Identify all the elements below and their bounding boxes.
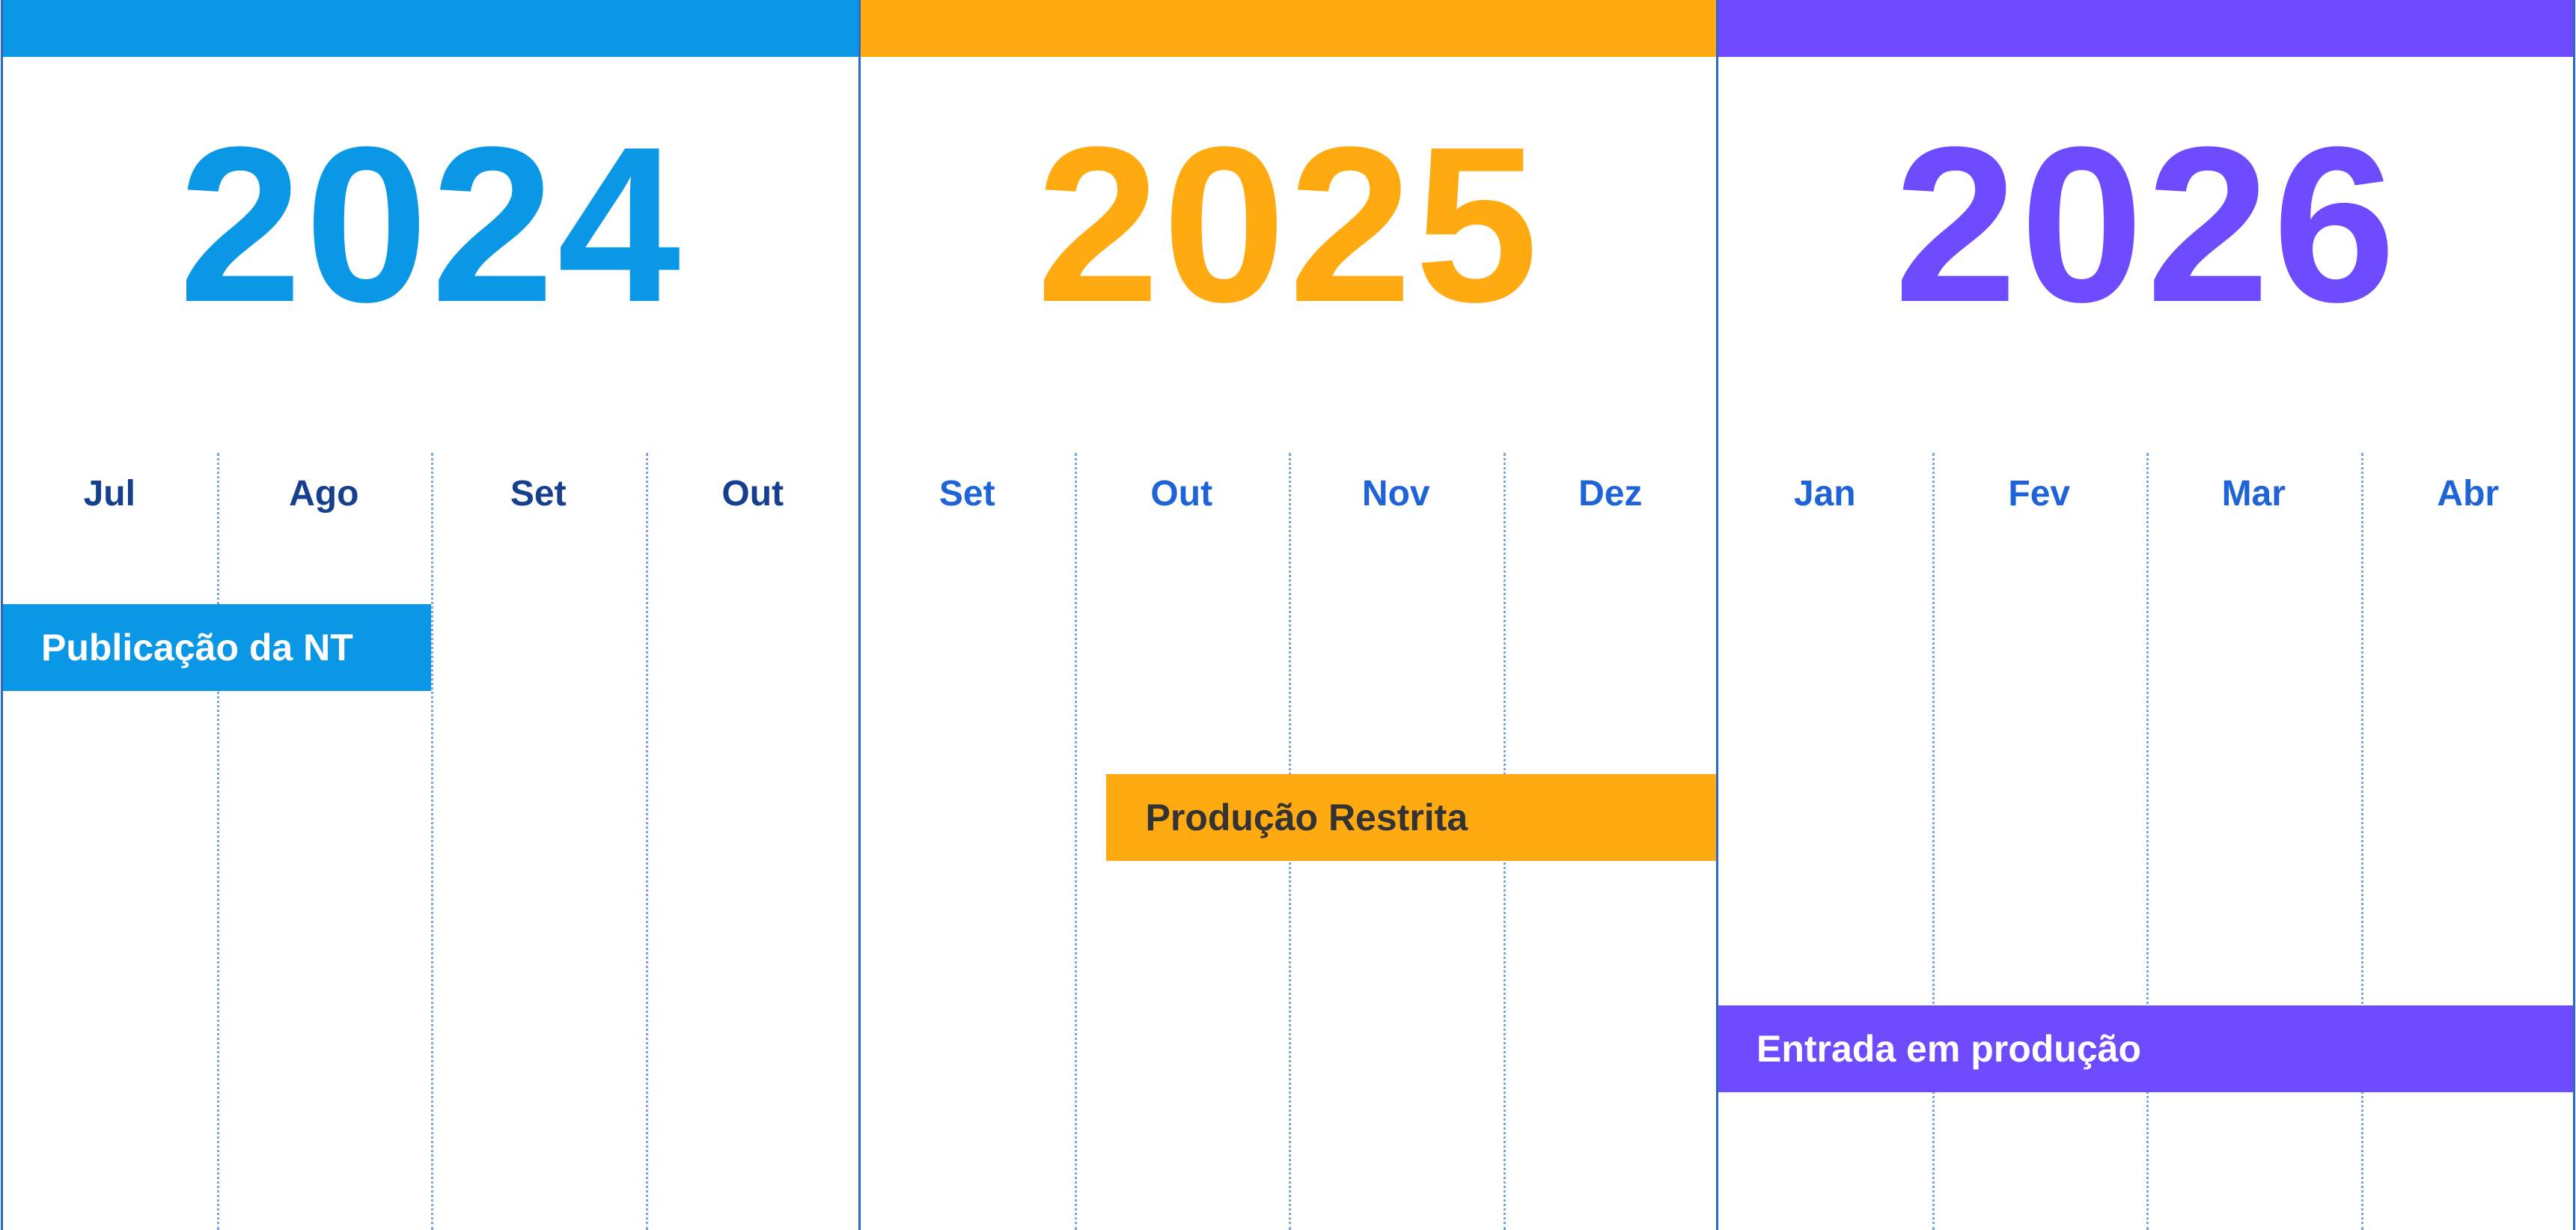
month-label: Jan bbox=[1793, 474, 1856, 514]
month-label: Abr bbox=[2437, 474, 2500, 514]
month-divider bbox=[431, 453, 433, 1230]
year-column-2025: 2025 Set Out Nov Dez bbox=[860, 0, 1718, 1230]
year-divider bbox=[1716, 0, 1718, 1230]
month-label: Out bbox=[1150, 474, 1213, 514]
year-color-bar bbox=[1718, 0, 2575, 57]
month-divider bbox=[216, 453, 219, 1230]
task-bar-entrada-em-producao: Entrada em produção bbox=[1718, 1005, 2575, 1092]
task-bar-publicacao-nt: Publicação da NT bbox=[2, 604, 431, 691]
month-label: Set bbox=[938, 474, 995, 514]
year-color-bar bbox=[2, 0, 860, 57]
year-divider bbox=[1, 0, 3, 1230]
month-label: Out bbox=[721, 474, 784, 514]
task-bar-producao-restrita: Produção Restrita bbox=[1106, 774, 1718, 861]
month-label: Nov bbox=[1361, 474, 1430, 514]
month-divider bbox=[2360, 453, 2363, 1230]
month-label: Jul bbox=[83, 474, 135, 514]
year-divider bbox=[2573, 0, 2575, 1230]
year-label: 2026 bbox=[1893, 100, 2399, 348]
month-divider bbox=[2146, 453, 2149, 1230]
month-label: Dez bbox=[1578, 474, 1643, 514]
month-divider bbox=[1074, 453, 1077, 1230]
month-label: Ago bbox=[289, 474, 359, 514]
timeline-diagram: 2024 Jul Ago Set Out 2025 Set Out Nov De… bbox=[0, 0, 2576, 1230]
month-label: Set bbox=[510, 474, 567, 514]
year-color-bar bbox=[860, 0, 1718, 57]
year-label: 2024 bbox=[178, 100, 684, 348]
year-divider bbox=[858, 0, 861, 1230]
month-divider bbox=[645, 453, 648, 1230]
month-label: Fev bbox=[2008, 474, 2071, 514]
month-label: Mar bbox=[2221, 474, 2286, 514]
year-label: 2025 bbox=[1036, 100, 1542, 348]
month-divider bbox=[1932, 453, 1935, 1230]
